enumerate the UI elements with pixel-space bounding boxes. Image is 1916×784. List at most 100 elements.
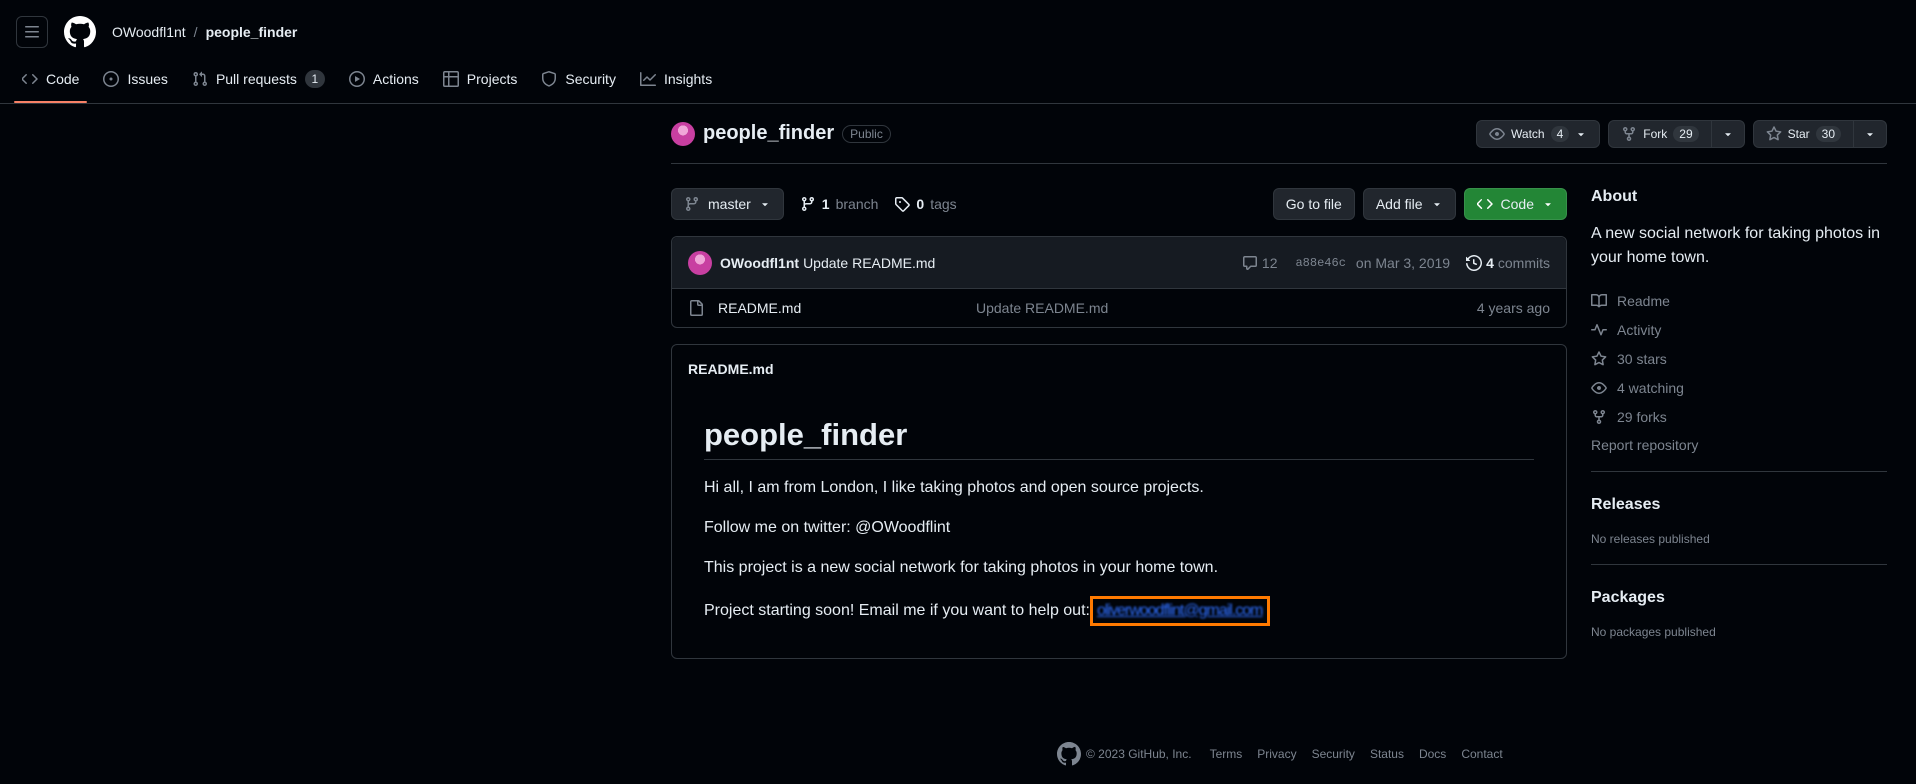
sidebar: About A new social network for taking ph… xyxy=(1591,188,1887,659)
play-icon xyxy=(348,71,365,87)
readme-title: people_finder xyxy=(704,417,1534,460)
star-button[interactable]: Star 30 xyxy=(1752,119,1887,148)
eye-icon xyxy=(1489,127,1505,140)
commit-author[interactable]: OWoodfl1nt xyxy=(720,255,799,271)
repo-description: A new social network for taking photos i… xyxy=(1591,225,1881,266)
file-commit-message[interactable]: Update README.md xyxy=(976,300,1108,316)
branches-link[interactable]: 1 branch xyxy=(800,196,879,212)
issue-icon xyxy=(103,71,120,87)
file-name-link[interactable]: README.md xyxy=(718,300,976,316)
footer-link-status[interactable]: Status xyxy=(1370,747,1404,761)
tab-projects-label: Projects xyxy=(466,71,518,87)
hamburger-menu-button[interactable] xyxy=(16,16,48,48)
releases-title[interactable]: Releases xyxy=(1591,496,1887,514)
file-icon xyxy=(690,300,703,316)
star-count: 30 xyxy=(1815,125,1841,142)
footer-link-contact[interactable]: Contact xyxy=(1461,747,1502,761)
branches-count: 1 xyxy=(821,196,830,212)
repo-content: master 1 branch 0 tags Go to file Add fi xyxy=(671,188,1567,659)
fork-count: 29 xyxy=(1673,125,1699,142)
github-logo-icon[interactable] xyxy=(1057,742,1081,766)
app-header: OWoodfl1nt / people_finder Code Issues P… xyxy=(0,0,1916,104)
branches-label: branch xyxy=(835,196,879,212)
footer-link-privacy[interactable]: Privacy xyxy=(1257,747,1296,761)
tab-actions-label: Actions xyxy=(372,71,419,87)
commit-sha[interactable]: a88e46c xyxy=(1295,256,1345,270)
star-label: Star xyxy=(1787,126,1810,141)
tab-insights[interactable]: Insights xyxy=(632,63,720,95)
caret-down-icon xyxy=(1433,203,1440,207)
caret-down-icon xyxy=(1578,132,1585,136)
readme-link-label: Readme xyxy=(1617,292,1670,309)
tab-pull-requests[interactable]: Pull requests 1 xyxy=(184,63,333,95)
tab-code[interactable]: Code xyxy=(14,63,88,103)
footer-link-docs[interactable]: Docs xyxy=(1419,747,1446,761)
footer-link-security[interactable]: Security xyxy=(1312,747,1355,761)
packages-note: No packages published xyxy=(1591,625,1716,639)
commits-history-link[interactable]: 4 commits xyxy=(1466,255,1550,271)
code-icon xyxy=(22,74,38,84)
tags-link[interactable]: 0 tags xyxy=(894,196,957,212)
go-to-file-button[interactable]: Go to file xyxy=(1272,188,1355,220)
breadcrumb-repo-link[interactable]: people_finder xyxy=(206,24,298,40)
repo-name[interactable]: people_finder xyxy=(703,122,834,145)
readme-header[interactable]: README.md xyxy=(688,361,1534,377)
add-file-button[interactable]: Add file xyxy=(1362,188,1456,220)
tab-pull-requests-label: Pull requests xyxy=(215,71,297,87)
hamburger-icon xyxy=(25,26,39,38)
tab-actions[interactable]: Actions xyxy=(341,63,427,95)
email-link[interactable]: oliverwoodflint@gmail.com xyxy=(1097,602,1264,619)
caret-down-icon xyxy=(1545,203,1551,207)
stars-link[interactable]: 30 stars xyxy=(1591,344,1887,373)
tab-insights-label: Insights xyxy=(663,71,713,87)
commit-comments-count[interactable]: 12 xyxy=(1262,255,1278,271)
commit-message[interactable]: Update README.md xyxy=(803,255,935,271)
fork-button[interactable]: Fork 29 xyxy=(1608,119,1745,148)
forks-link[interactable]: 29 forks xyxy=(1591,402,1887,431)
github-logo-icon[interactable] xyxy=(64,16,96,48)
report-repository-link[interactable]: Report repository xyxy=(1591,437,1887,453)
pull-requests-count-badge: 1 xyxy=(304,70,325,88)
readme-paragraph: This project is a new social network for… xyxy=(704,559,1219,576)
star-dropdown[interactable] xyxy=(1853,120,1886,147)
tab-security[interactable]: Security xyxy=(533,63,624,95)
commits-count: 4 xyxy=(1486,254,1494,271)
packages-title[interactable]: Packages xyxy=(1591,589,1887,607)
breadcrumb-owner-link[interactable]: OWoodfl1nt xyxy=(112,24,186,40)
tab-projects[interactable]: Projects xyxy=(435,63,526,95)
history-icon xyxy=(1466,254,1483,271)
activity-link-label: Activity xyxy=(1617,321,1662,338)
fork-icon xyxy=(1593,409,1605,424)
fork-dropdown[interactable] xyxy=(1710,120,1744,147)
branch-select-button[interactable]: master xyxy=(671,188,784,220)
file-list: OWoodfl1nt Update README.md 12 a88e46c o… xyxy=(671,236,1567,328)
readme-paragraph-text: Project starting soon! Email me if you w… xyxy=(704,602,1090,619)
visibility-badge: Public xyxy=(842,124,891,143)
watch-button[interactable]: Watch 4 xyxy=(1476,119,1601,148)
tags-label: tags xyxy=(930,196,957,212)
readme-paragraph: Hi all, I am from London, I like taking … xyxy=(704,479,1204,496)
footer-copyright: © 2023 GitHub, Inc. xyxy=(1086,747,1192,761)
code-button[interactable]: Code xyxy=(1463,188,1567,220)
graph-icon xyxy=(639,72,656,86)
watch-count: 4 xyxy=(1550,125,1570,142)
tab-code-label: Code xyxy=(46,71,80,87)
add-file-label: Add file xyxy=(1375,196,1423,212)
caret-down-icon xyxy=(762,203,768,207)
watching-link-label: 4 watching xyxy=(1617,379,1684,396)
watching-link[interactable]: 4 watching xyxy=(1591,373,1887,402)
latest-commit: OWoodfl1nt Update README.md 12 a88e46c o… xyxy=(672,237,1566,289)
star-icon xyxy=(1766,125,1782,140)
readme-link[interactable]: Readme xyxy=(1591,286,1887,315)
email-link-highlight[interactable]: oliverwoodflint@gmail.com xyxy=(1089,596,1270,626)
avatar[interactable] xyxy=(671,121,695,146)
avatar[interactable] xyxy=(688,250,712,275)
activity-link[interactable]: Activity xyxy=(1591,315,1887,344)
book-icon xyxy=(1591,293,1607,307)
tab-issues[interactable]: Issues xyxy=(95,63,175,95)
eye-icon xyxy=(1591,381,1607,394)
file-toolbar: master 1 branch 0 tags Go to file Add fi xyxy=(671,188,1567,220)
divider xyxy=(1591,564,1887,565)
code-icon xyxy=(1476,199,1493,209)
footer-link-terms[interactable]: Terms xyxy=(1210,747,1243,761)
